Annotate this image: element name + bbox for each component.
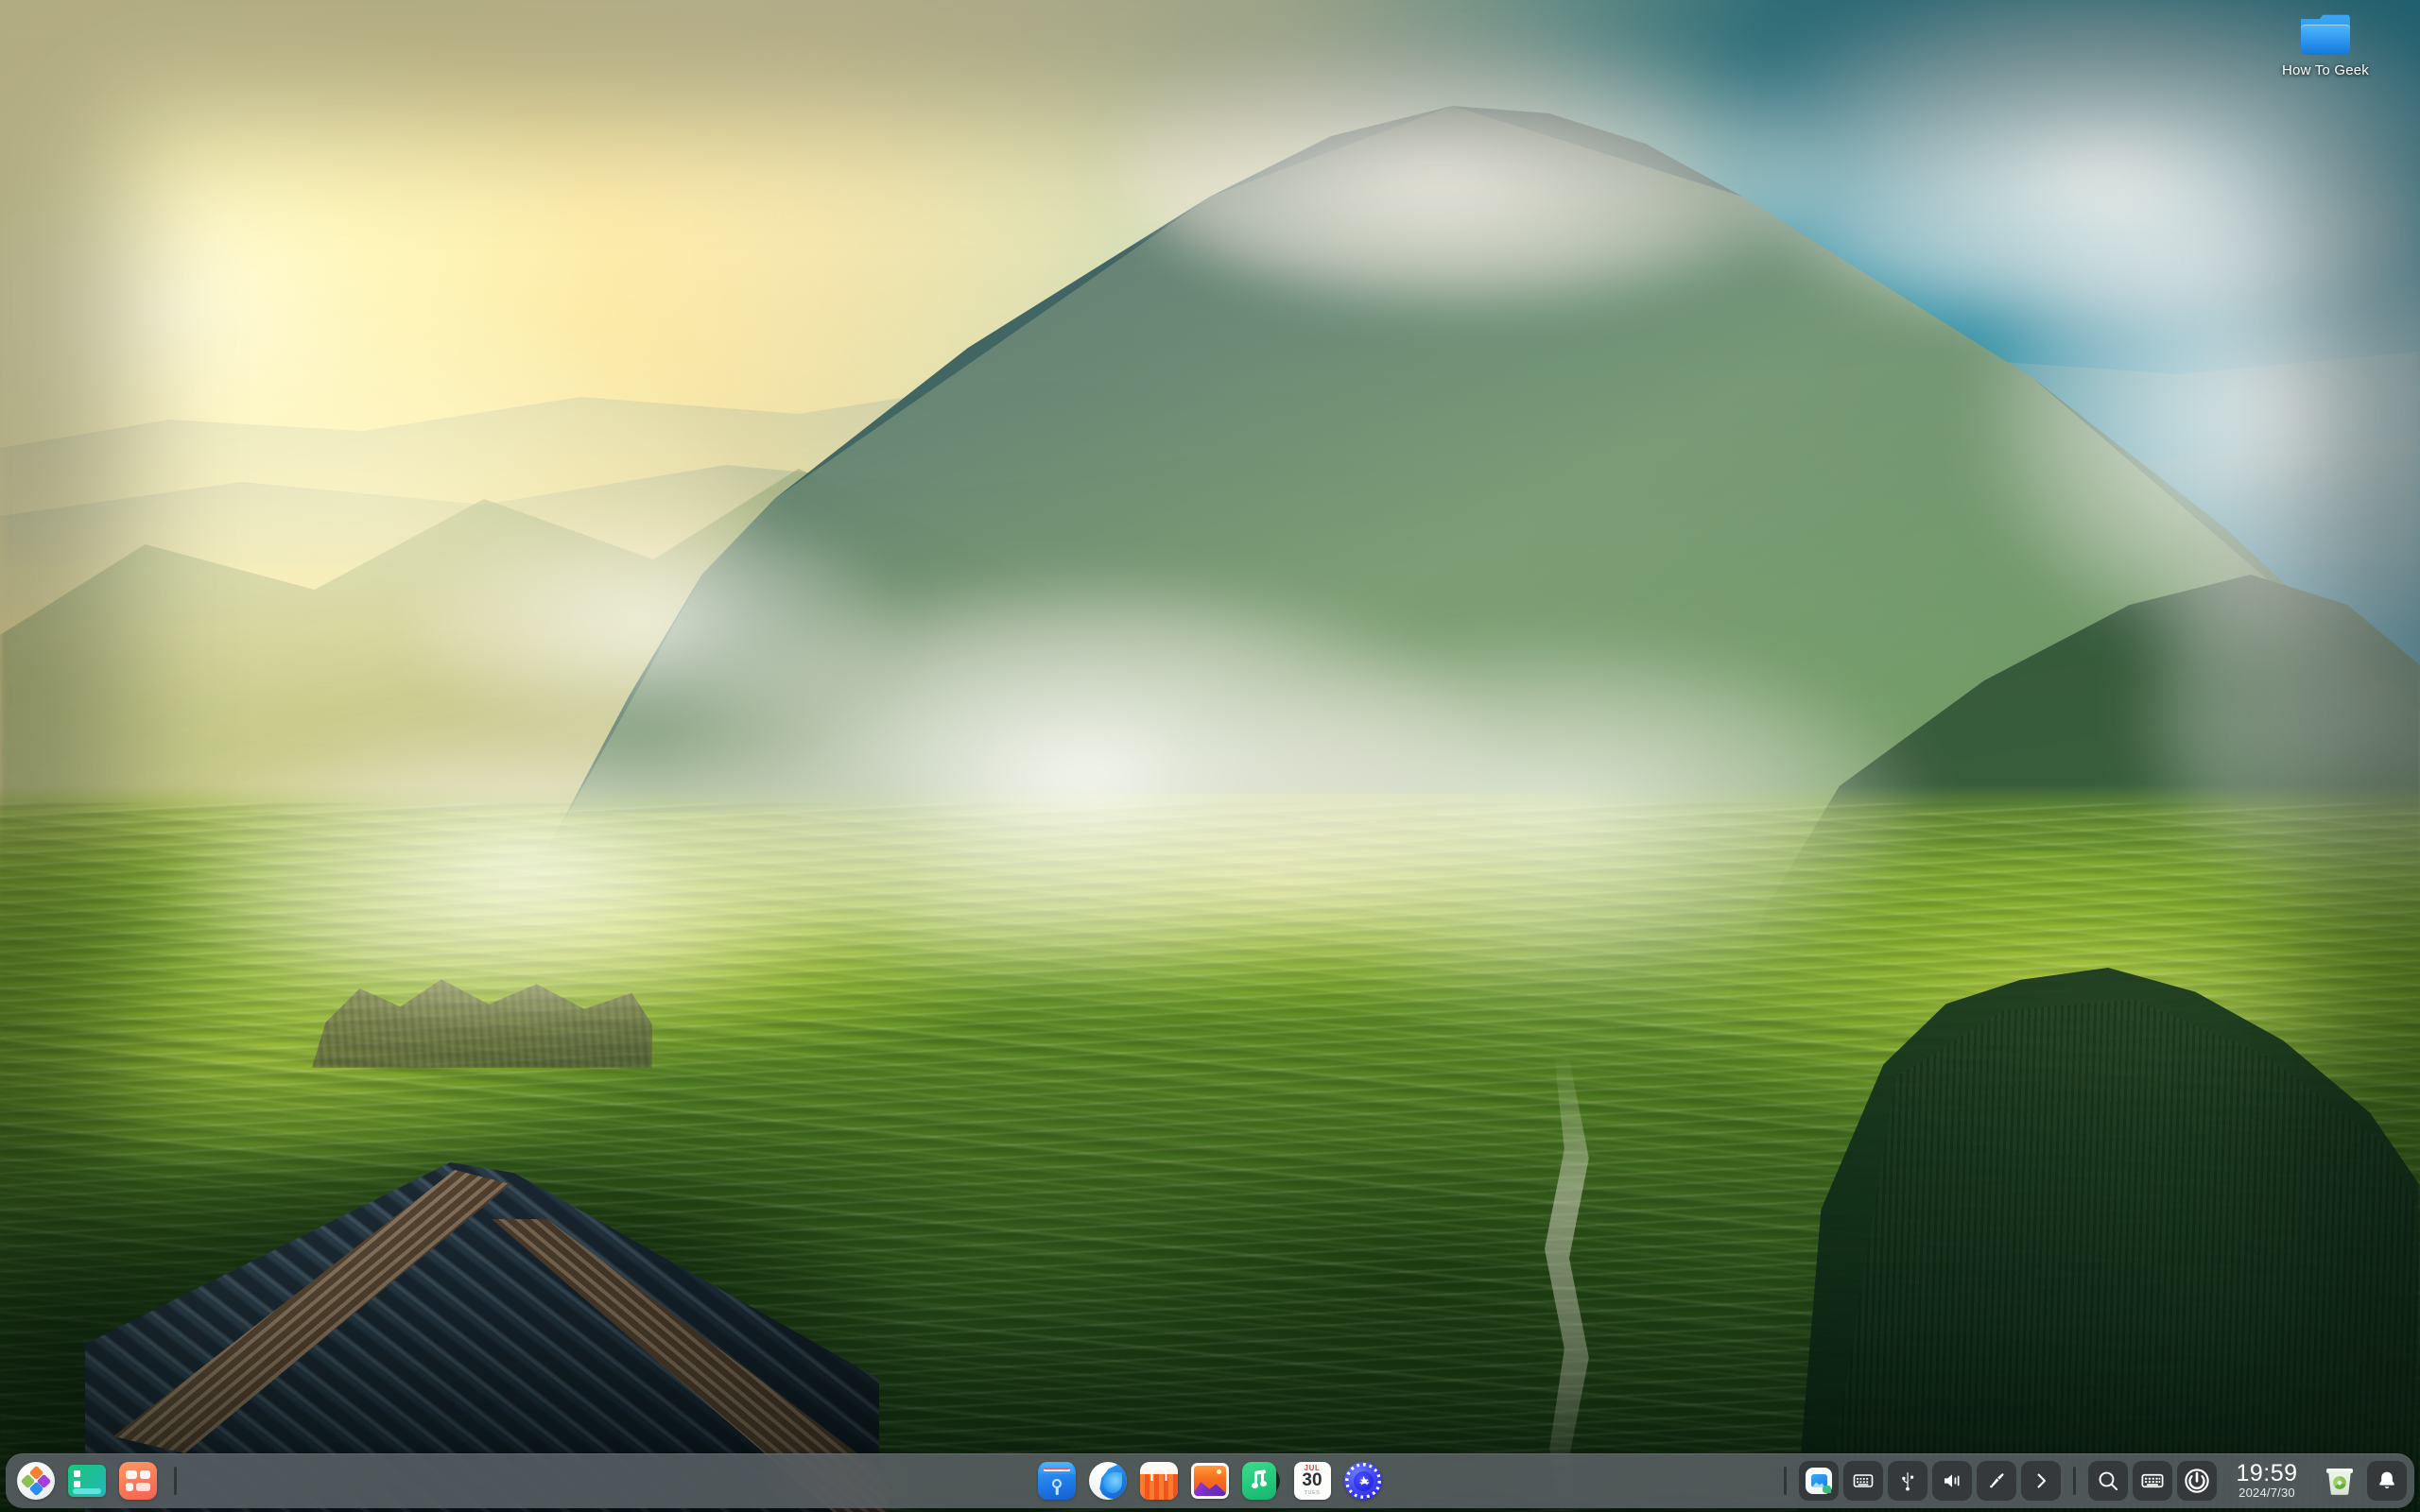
bell-icon: [2376, 1469, 2398, 1492]
calendar-icon: JUL 30 TUES: [1294, 1462, 1331, 1500]
calendar-day: 30: [1302, 1471, 1322, 1490]
speaker-icon: [1941, 1469, 1963, 1492]
taskbar-left-zone: [13, 1458, 184, 1503]
taskbar[interactable]: JUL 30 TUES: [0, 1450, 2420, 1512]
clock[interactable]: 19:59 2024/7/30: [2221, 1461, 2312, 1501]
search-icon: [2096, 1469, 2120, 1493]
photos-icon: [1191, 1463, 1229, 1499]
brightness-pen-icon: [1985, 1469, 2008, 1492]
clock-time: 19:59: [2236, 1461, 2297, 1486]
volume-button[interactable]: [1932, 1461, 1972, 1501]
input-method-button[interactable]: [1843, 1461, 1883, 1501]
trash-button[interactable]: [2317, 1458, 2362, 1503]
calendar-button[interactable]: JUL 30 TUES: [1289, 1458, 1335, 1503]
power-icon: [2183, 1467, 2211, 1495]
keyboard-icon: [1852, 1469, 1875, 1492]
search-button[interactable]: [2088, 1461, 2128, 1501]
launcher-button[interactable]: [13, 1458, 59, 1503]
gear-icon: [1344, 1462, 1382, 1500]
taskbar-center-zone: JUL 30 TUES: [1034, 1458, 1386, 1503]
taskbar-divider-left: [174, 1467, 177, 1495]
file-manager-icon: [1038, 1462, 1076, 1500]
trash-icon: [2326, 1467, 2353, 1495]
power-button[interactable]: [2177, 1461, 2217, 1501]
screenshot-recorder-button[interactable]: [1799, 1461, 1839, 1501]
music-button[interactable]: [1238, 1458, 1284, 1503]
music-note-icon: [1242, 1462, 1280, 1500]
file-manager-button[interactable]: [1034, 1458, 1080, 1503]
grid-icon: [119, 1462, 157, 1500]
usb-icon: [1896, 1469, 1919, 1492]
desktop[interactable]: How To Geek: [0, 0, 2420, 1512]
folder-icon: [2301, 13, 2350, 55]
taskbar-divider-tray-left: [1784, 1467, 1787, 1495]
usb-devices-button[interactable]: [1888, 1461, 1927, 1501]
browser-button[interactable]: [1085, 1458, 1131, 1503]
window-app-icon: [68, 1465, 106, 1497]
notifications-button[interactable]: [2367, 1461, 2407, 1501]
photos-button[interactable]: [1187, 1458, 1233, 1503]
app-store-button[interactable]: [1136, 1458, 1182, 1503]
calendar-weekday: TUES: [1305, 1490, 1321, 1497]
show-desktop-button[interactable]: [64, 1458, 110, 1503]
launcher-icon: [17, 1462, 55, 1500]
tray-expand-button[interactable]: [2021, 1461, 2061, 1501]
wallpaper-vignette: [0, 0, 2420, 1512]
desktop-icon-how-to-geek[interactable]: How To Geek: [2255, 8, 2396, 87]
multitasking-view-button[interactable]: [115, 1458, 161, 1503]
screenshot-icon: [1806, 1468, 1832, 1494]
store-bag-icon: [1140, 1462, 1178, 1500]
desktop-icon-area: How To Geek: [2231, 0, 2420, 87]
brightness-button[interactable]: [1977, 1461, 2016, 1501]
control-center-button[interactable]: [1340, 1458, 1386, 1503]
taskbar-divider-tray-right: [2073, 1467, 2076, 1495]
chevron-right-icon: [2030, 1469, 2052, 1492]
desktop-icon-label: How To Geek: [2282, 61, 2369, 79]
clock-date: 2024/7/30: [2238, 1486, 2295, 1501]
browser-icon: [1089, 1462, 1127, 1500]
onscreen-keyboard-button[interactable]: [2133, 1461, 2172, 1501]
taskbar-right-zone: 19:59 2024/7/30: [1776, 1458, 2407, 1503]
keyboard-icon: [2140, 1469, 2165, 1493]
